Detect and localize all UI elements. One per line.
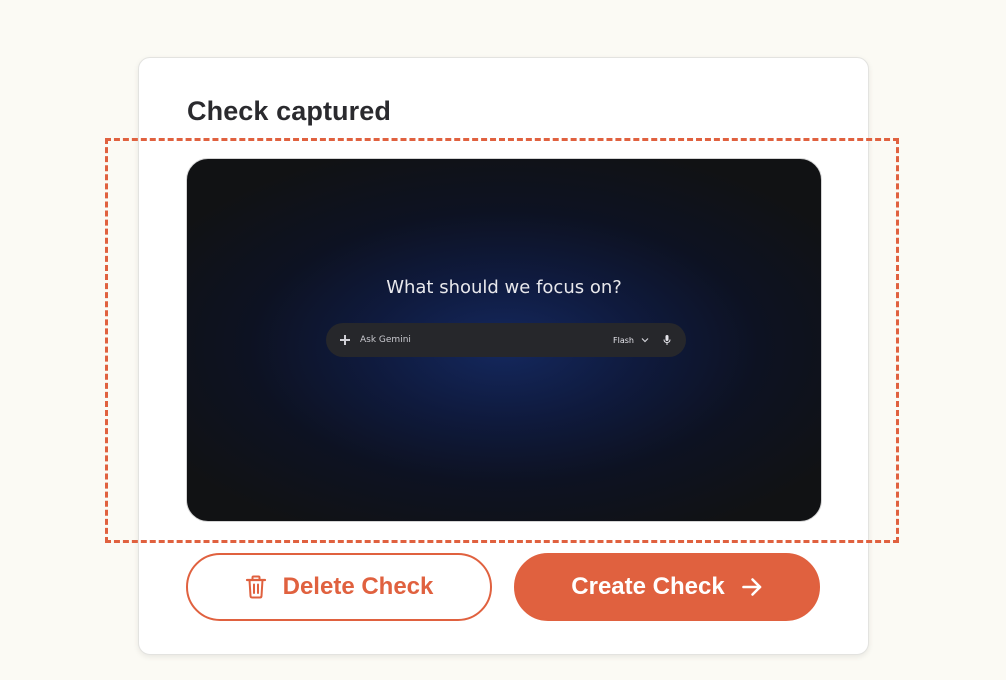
model-label: Flash xyxy=(613,335,634,345)
delete-check-label: Delete Check xyxy=(282,573,434,600)
screenshot-preview: What should we focus on? Ask Gemini Flas… xyxy=(186,158,822,522)
page: Check captured What should we focus on? … xyxy=(0,0,1006,680)
chevron-down-icon xyxy=(641,338,649,343)
ask-placeholder: Ask Gemini xyxy=(360,335,411,345)
microphone-icon xyxy=(663,335,671,345)
ask-gemini-bar: Ask Gemini Flash xyxy=(326,323,686,357)
plus-icon xyxy=(338,333,352,347)
preview-heading: What should we focus on? xyxy=(386,277,622,298)
card-title: Check captured xyxy=(187,96,391,126)
create-check-button[interactable]: Create Check xyxy=(514,553,820,621)
trash-icon xyxy=(245,575,266,599)
arrow-right-icon xyxy=(741,578,762,596)
create-check-label: Create Check xyxy=(571,573,725,600)
delete-check-button[interactable]: Delete Check xyxy=(186,553,492,621)
